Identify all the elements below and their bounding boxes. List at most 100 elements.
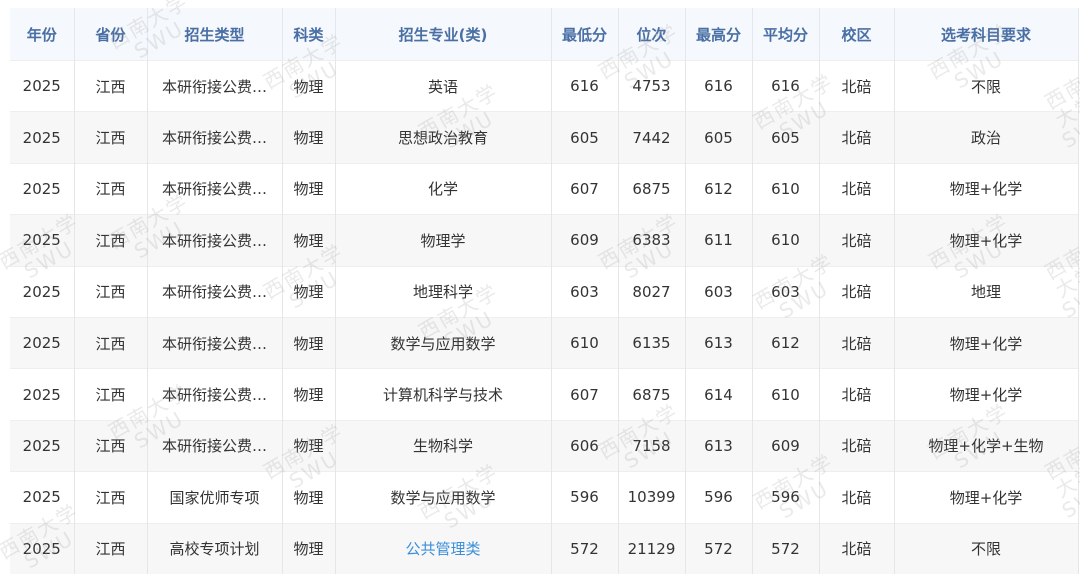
cell-subject-requirement: 物理+化学 [894,162,1079,215]
cell-admission-type: 国家优师专项 [147,471,283,524]
cell-admission-type: 高校专项计划 [147,522,283,574]
cell-major: 计算机科学与技术 [335,368,552,421]
cell-max-score: 613 [685,316,753,369]
table-row: 2025 江西 本研衔接公费… 物理 地理科学 603 8027 603 603 北碚 地理 [10,265,1079,318]
cell-rank: 10399 [618,471,686,524]
cell-admission-type: 本研衔接公费… [147,111,283,164]
cell-subject-track: 物理 [282,265,336,318]
cell-province: 江西 [74,59,148,112]
cell-rank: 21129 [618,522,686,574]
cell-rank: 6383 [618,214,686,267]
cell-subject-track: 物理 [282,522,336,574]
cell-avg-score: 609 [752,419,820,472]
cell-subject-track: 物理 [282,162,336,215]
cell-major: 数学与应用数学 [335,471,552,524]
cell-year: 2025 [10,265,75,318]
col-header-rank: 位次 [618,8,686,61]
cell-province: 江西 [74,162,148,215]
cell-province: 江西 [74,214,148,267]
col-header-admission-type: 招生类型 [147,8,283,61]
cell-province: 江西 [74,522,148,574]
cell-subject-track: 物理 [282,214,336,267]
cell-max-score: 614 [685,368,753,421]
col-header-max-score: 最高分 [685,8,753,61]
cell-year: 2025 [10,316,75,369]
cell-avg-score: 605 [752,111,820,164]
col-header-min-score: 最低分 [551,8,619,61]
cell-major[interactable]: 公共管理类 [335,522,552,574]
table-row: 2025 江西 本研衔接公费… 物理 化学 607 6875 612 610 北碚 物理+化学 [10,162,1079,215]
cell-campus: 北碚 [819,471,895,524]
cell-major: 生物科学 [335,419,552,472]
cell-subject-requirement: 物理+化学 [894,471,1079,524]
cell-subject-requirement: 政治 [894,111,1079,164]
cell-province: 江西 [74,419,148,472]
cell-campus: 北碚 [819,316,895,369]
table-row: 2025 江西 本研衔接公费… 物理 计算机科学与技术 607 6875 614 610 北碚 物理… [10,368,1079,421]
col-header-province: 省份 [74,8,148,61]
cell-rank: 6875 [618,162,686,215]
cell-subject-requirement: 物理+化学 [894,368,1079,421]
cell-subject-track: 物理 [282,111,336,164]
table-row: 2025 江西 本研衔接公费… 物理 生物科学 606 7158 613 609 北碚 物理+化学+… [10,419,1079,472]
table-row: 2025 江西 高校专项计划 物理 公共管理类 572 21129 572 572 北碚 不限 [10,522,1079,574]
cell-max-score: 616 [685,59,753,112]
cell-subject-requirement: 物理+化学 [894,316,1079,369]
cell-admission-type: 本研衔接公费… [147,265,283,318]
cell-avg-score: 616 [752,59,820,112]
cell-subject-requirement: 不限 [894,59,1079,112]
cell-subject-requirement: 不限 [894,522,1079,574]
cell-min-score: 603 [551,265,619,318]
table-row: 2025 江西 本研衔接公费… 物理 数学与应用数学 610 6135 613 612 北碚 物理+… [10,316,1079,369]
cell-year: 2025 [10,522,75,574]
cell-max-score: 611 [685,214,753,267]
cell-admission-type: 本研衔接公费… [147,162,283,215]
cell-max-score: 596 [685,471,753,524]
cell-min-score: 607 [551,162,619,215]
cell-province: 江西 [74,316,148,369]
admission-table: 年份 省份 招生类型 科类 招生专业(类) 最低分 位次 最高分 平均分 校区 … [10,8,1079,574]
cell-admission-type: 本研衔接公费… [147,368,283,421]
col-header-avg-score: 平均分 [752,8,820,61]
cell-avg-score: 610 [752,162,820,215]
cell-min-score: 606 [551,419,619,472]
cell-rank: 4753 [618,59,686,112]
cell-rank: 7158 [618,419,686,472]
col-header-subject-requirement: 选考科目要求 [894,8,1079,61]
table-row: 2025 江西 本研衔接公费… 物理 物理学 609 6383 611 610 北碚 物理+化学 [10,214,1079,267]
cell-year: 2025 [10,214,75,267]
cell-subject-track: 物理 [282,419,336,472]
cell-campus: 北碚 [819,111,895,164]
cell-max-score: 613 [685,419,753,472]
cell-province: 江西 [74,111,148,164]
cell-campus: 北碚 [819,522,895,574]
cell-rank: 6135 [618,316,686,369]
cell-year: 2025 [10,419,75,472]
cell-subject-requirement: 物理+化学 [894,214,1079,267]
col-header-year: 年份 [10,8,75,61]
cell-campus: 北碚 [819,419,895,472]
cell-min-score: 610 [551,316,619,369]
col-header-campus: 校区 [819,8,895,61]
table-row: 2025 江西 本研衔接公费… 物理 英语 616 4753 616 616 北碚 不限 [10,59,1079,112]
cell-campus: 北碚 [819,214,895,267]
cell-subject-requirement: 物理+化学+生物 [894,419,1079,472]
cell-min-score: 572 [551,522,619,574]
cell-major: 化学 [335,162,552,215]
cell-major: 英语 [335,59,552,112]
cell-avg-score: 612 [752,316,820,369]
cell-subject-track: 物理 [282,368,336,421]
cell-year: 2025 [10,162,75,215]
cell-subject-requirement: 地理 [894,265,1079,318]
cell-major: 物理学 [335,214,552,267]
header-row: 年份 省份 招生类型 科类 招生专业(类) 最低分 位次 最高分 平均分 校区 … [10,8,1079,61]
cell-admission-type: 本研衔接公费… [147,59,283,112]
cell-year: 2025 [10,471,75,524]
cell-year: 2025 [10,111,75,164]
cell-province: 江西 [74,265,148,318]
cell-rank: 6875 [618,368,686,421]
table-row: 2025 江西 国家优师专项 物理 数学与应用数学 596 10399 596 596 北碚 物理+… [10,471,1079,524]
cell-min-score: 609 [551,214,619,267]
cell-avg-score: 610 [752,368,820,421]
cell-major: 数学与应用数学 [335,316,552,369]
